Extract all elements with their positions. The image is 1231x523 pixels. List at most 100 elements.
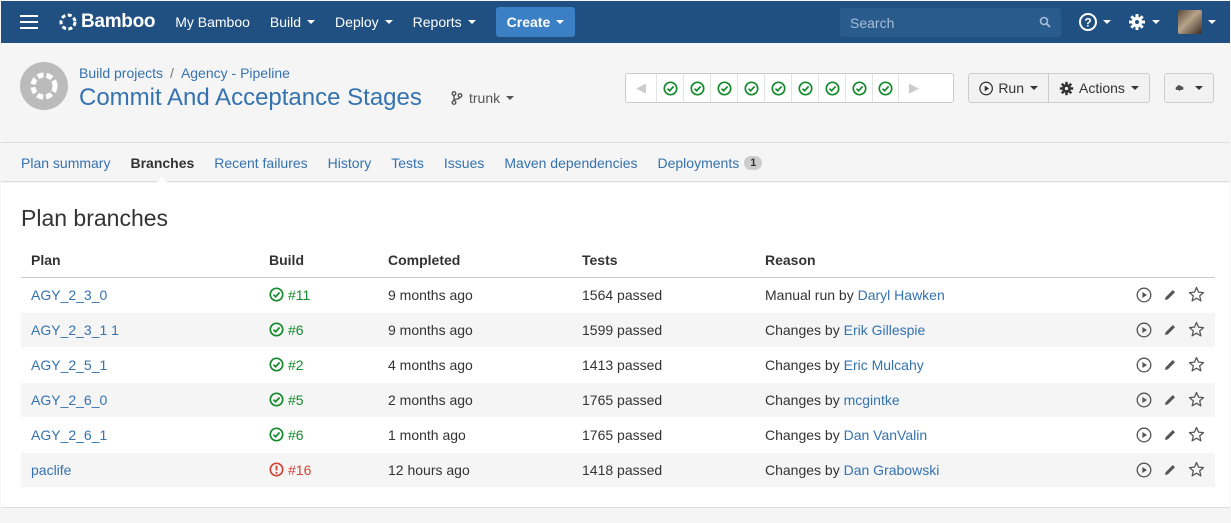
run-branch-icon[interactable] bbox=[1136, 287, 1152, 303]
build-cell: #6 bbox=[259, 311, 378, 347]
run-branch-icon[interactable] bbox=[1136, 322, 1152, 338]
reason-text: Manual run by bbox=[765, 286, 854, 303]
success-icon bbox=[269, 287, 284, 302]
favourite-star-icon[interactable] bbox=[1188, 461, 1205, 478]
actions-button[interactable]: Actions bbox=[1048, 73, 1150, 103]
tab-tests[interactable]: Tests bbox=[391, 155, 424, 171]
help-menu[interactable]: ? bbox=[1079, 13, 1111, 31]
nav-item-label: Deploy bbox=[335, 14, 379, 30]
edit-pencil-icon[interactable] bbox=[1162, 427, 1178, 443]
favourite-star-icon[interactable] bbox=[1188, 426, 1205, 443]
tab-plan-summary[interactable]: Plan summary bbox=[21, 155, 110, 171]
next-builds-arrow-icon[interactable]: ▶ bbox=[899, 74, 929, 102]
build-link[interactable]: #11 bbox=[269, 287, 378, 303]
bamboo-logo[interactable]: Bamboo bbox=[58, 11, 156, 33]
plan-link[interactable]: AGY_2_3_0 bbox=[31, 287, 107, 303]
run-branch-icon[interactable] bbox=[1136, 392, 1152, 408]
build-number: #16 bbox=[288, 461, 312, 478]
nav-build[interactable]: Build bbox=[269, 14, 316, 30]
user-link[interactable]: Eric Mulcahy bbox=[844, 357, 924, 373]
favourite-star-icon[interactable] bbox=[1188, 391, 1205, 408]
edit-pencil-icon[interactable] bbox=[1162, 287, 1178, 303]
plan-link[interactable]: AGY_2_3_1 1 bbox=[31, 322, 119, 338]
favourite-star-icon[interactable] bbox=[1188, 356, 1205, 373]
breadcrumb-project[interactable]: Agency - Pipeline bbox=[181, 65, 290, 81]
plan-link[interactable]: paclife bbox=[31, 462, 71, 478]
build-link[interactable]: #16 bbox=[269, 462, 378, 478]
user-link[interactable]: mcgintke bbox=[844, 392, 900, 408]
recent-build-status[interactable] bbox=[818, 74, 845, 102]
tab-label: History bbox=[327, 154, 372, 171]
run-branch-icon[interactable] bbox=[1136, 462, 1152, 478]
edit-pencil-icon[interactable] bbox=[1162, 462, 1178, 478]
favourite-star-icon[interactable] bbox=[1188, 321, 1205, 338]
user-link[interactable]: Dan VanValin bbox=[844, 427, 928, 443]
plan-link[interactable]: AGY_2_6_1 bbox=[31, 427, 107, 443]
column-header: Build bbox=[259, 243, 378, 278]
build-link[interactable]: #5 bbox=[269, 392, 378, 408]
recent-build-status[interactable] bbox=[656, 74, 683, 102]
plan-tabs: Plan summary Branches Recent failures Histo… bbox=[1, 144, 1230, 184]
menu-icon[interactable] bbox=[20, 15, 38, 29]
nav-reports[interactable]: Reports bbox=[413, 14, 476, 30]
nav-deploy[interactable]: Deploy bbox=[335, 14, 393, 30]
edit-pencil-icon[interactable] bbox=[1162, 392, 1178, 408]
nav-my-bamboo[interactable]: My Bamboo bbox=[175, 14, 250, 30]
run-branch-icon[interactable] bbox=[1136, 427, 1152, 443]
column-header: Tests bbox=[572, 243, 755, 278]
admin-menu[interactable] bbox=[1128, 13, 1160, 31]
build-link[interactable]: #6 bbox=[269, 427, 378, 443]
tab-recent-failures[interactable]: Recent failures bbox=[214, 155, 307, 171]
run-branch-icon[interactable] bbox=[1136, 357, 1152, 373]
recent-build-status[interactable] bbox=[764, 74, 791, 102]
previous-builds-arrow-icon[interactable]: ◀ bbox=[626, 74, 656, 102]
plan-link[interactable]: AGY_2_6_0 bbox=[31, 392, 107, 408]
edit-pencil-icon[interactable] bbox=[1162, 357, 1178, 373]
page-title[interactable]: Commit And Acceptance Stages bbox=[79, 84, 422, 112]
build-cell: #5 bbox=[259, 381, 378, 417]
tests-cell: 1564 passed bbox=[572, 276, 755, 312]
branch-selector[interactable]: trunk bbox=[451, 90, 515, 106]
chevron-down-icon bbox=[1030, 86, 1038, 90]
user-menu[interactable] bbox=[1178, 10, 1216, 34]
recent-build-status[interactable] bbox=[872, 74, 899, 102]
recent-build-status[interactable] bbox=[683, 74, 710, 102]
search-input[interactable]: Search bbox=[840, 8, 1061, 37]
tab-branches[interactable]: Branches bbox=[130, 155, 194, 184]
tab-history[interactable]: History bbox=[328, 155, 372, 171]
success-icon bbox=[269, 322, 284, 337]
reason-text: Changes by bbox=[765, 391, 840, 408]
create-button[interactable]: Create bbox=[495, 7, 576, 37]
user-link[interactable]: Daryl Hawken bbox=[858, 287, 945, 303]
tab-issues[interactable]: Issues bbox=[444, 155, 484, 171]
build-number: #2 bbox=[288, 356, 304, 373]
recent-build-status[interactable] bbox=[737, 74, 764, 102]
run-button[interactable]: Run bbox=[968, 73, 1049, 103]
gear-icon bbox=[1129, 14, 1145, 30]
reason-cell: Changes by Eric Mulcahy bbox=[755, 346, 1055, 382]
tab-deployments[interactable]: Deployments 1 bbox=[658, 155, 763, 171]
user-link[interactable]: Dan Grabowski bbox=[844, 462, 940, 478]
build-number: #5 bbox=[288, 391, 304, 408]
edit-pencil-icon[interactable] bbox=[1162, 322, 1178, 338]
plan-link[interactable]: AGY_2_5_1 bbox=[31, 357, 107, 373]
breadcrumb: Build projects / Agency - Pipeline bbox=[79, 65, 290, 81]
plan-cell: paclife bbox=[21, 451, 259, 487]
build-cell: #11 bbox=[259, 276, 378, 312]
failed-icon bbox=[269, 462, 284, 477]
column-header: Plan bbox=[21, 243, 259, 278]
tests-cell: 1765 passed bbox=[572, 416, 755, 452]
tab-maven-dependencies[interactable]: Maven dependencies bbox=[504, 155, 637, 171]
recent-build-status[interactable] bbox=[710, 74, 737, 102]
cloud-button[interactable] bbox=[1164, 73, 1214, 103]
nav-item-label: Build bbox=[269, 14, 302, 30]
row-actions-cell bbox=[1055, 451, 1215, 487]
breadcrumb-build-projects[interactable]: Build projects bbox=[79, 65, 163, 81]
user-link[interactable]: Erik Gillespie bbox=[844, 322, 926, 338]
success-icon bbox=[662, 80, 678, 96]
recent-build-status[interactable] bbox=[845, 74, 872, 102]
recent-build-status[interactable] bbox=[791, 74, 818, 102]
build-link[interactable]: #2 bbox=[269, 357, 378, 373]
build-link[interactable]: #6 bbox=[269, 322, 378, 338]
favourite-star-icon[interactable] bbox=[1188, 286, 1205, 303]
